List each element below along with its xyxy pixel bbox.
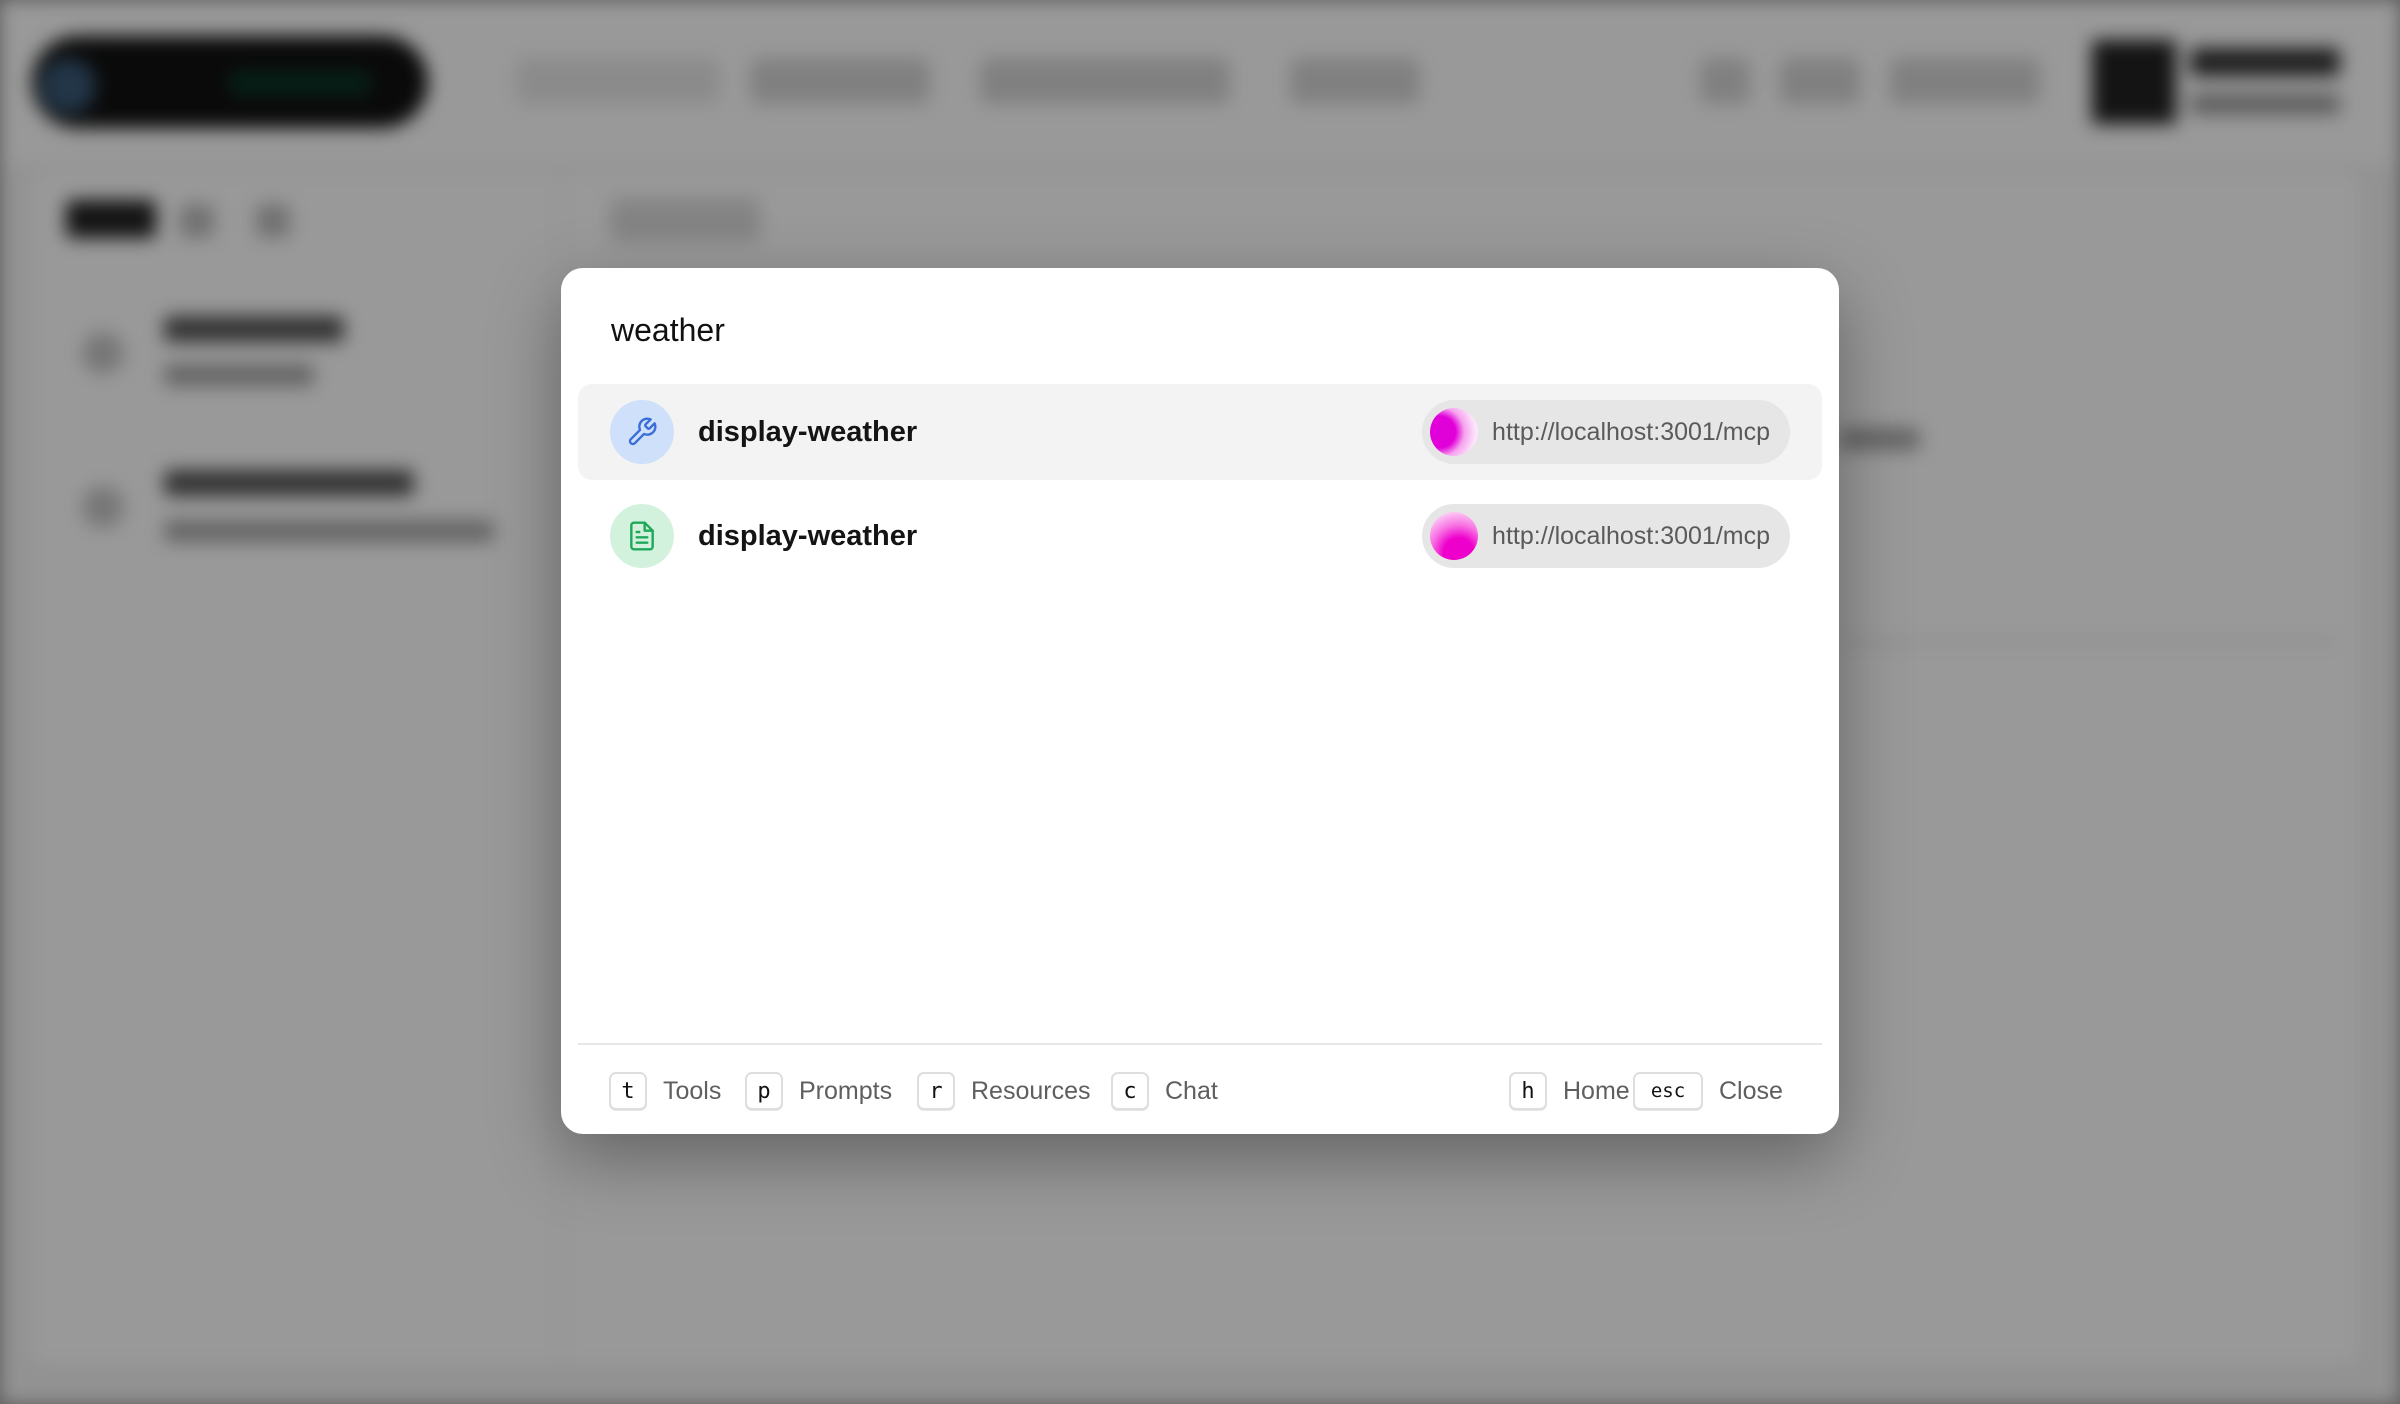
- server-badge: http://localhost:3001/mcp: [1422, 504, 1790, 568]
- shortcut-label: Home: [1563, 1076, 1630, 1105]
- shortcut-resources[interactable]: r Resources: [917, 1070, 1091, 1112]
- shortcut-tools[interactable]: t Tools: [609, 1070, 721, 1112]
- kbd-key: h: [1509, 1072, 1547, 1110]
- results-list: display-weather http://localhost:3001/mc…: [578, 384, 1822, 592]
- kbd-key: esc: [1633, 1072, 1703, 1110]
- server-url: http://localhost:3001/mcp: [1492, 521, 1770, 550]
- kbd-key: t: [609, 1072, 647, 1110]
- kbd-key: p: [745, 1072, 783, 1110]
- kbd-key: c: [1111, 1072, 1149, 1110]
- server-avatar: [1430, 512, 1479, 560]
- shortcut-label: Close: [1719, 1076, 1783, 1105]
- shortcut-prompts[interactable]: p Prompts: [745, 1070, 892, 1112]
- server-url: http://localhost:3001/mcp: [1492, 417, 1770, 446]
- shortcut-chat[interactable]: c Chat: [1111, 1070, 1218, 1112]
- result-name: display-weather: [698, 416, 918, 448]
- result-item-resource[interactable]: display-weather http://localhost:3001/mc…: [578, 488, 1822, 584]
- server-badge: http://localhost:3001/mcp: [1422, 400, 1790, 464]
- result-item-tool[interactable]: display-weather http://localhost:3001/mc…: [578, 384, 1822, 480]
- shortcut-close[interactable]: esc Close: [1633, 1070, 1783, 1112]
- result-name: display-weather: [698, 520, 918, 552]
- shortcut-label: Chat: [1165, 1076, 1218, 1105]
- shortcut-label: Prompts: [799, 1076, 893, 1105]
- shortcut-footer: t Tools p Prompts r Resources c Chat h H…: [609, 1070, 1791, 1112]
- document-icon: [610, 504, 674, 568]
- wrench-icon: [610, 400, 674, 464]
- shortcut-label: Tools: [663, 1076, 722, 1105]
- kbd-key: r: [917, 1072, 955, 1110]
- search-input[interactable]: [609, 302, 1793, 358]
- command-palette: display-weather http://localhost:3001/mc…: [561, 268, 1839, 1134]
- server-avatar: [1430, 408, 1479, 456]
- footer-divider: [578, 1043, 1822, 1045]
- shortcut-home[interactable]: h Home: [1509, 1070, 1630, 1112]
- shortcut-label: Resources: [971, 1076, 1091, 1105]
